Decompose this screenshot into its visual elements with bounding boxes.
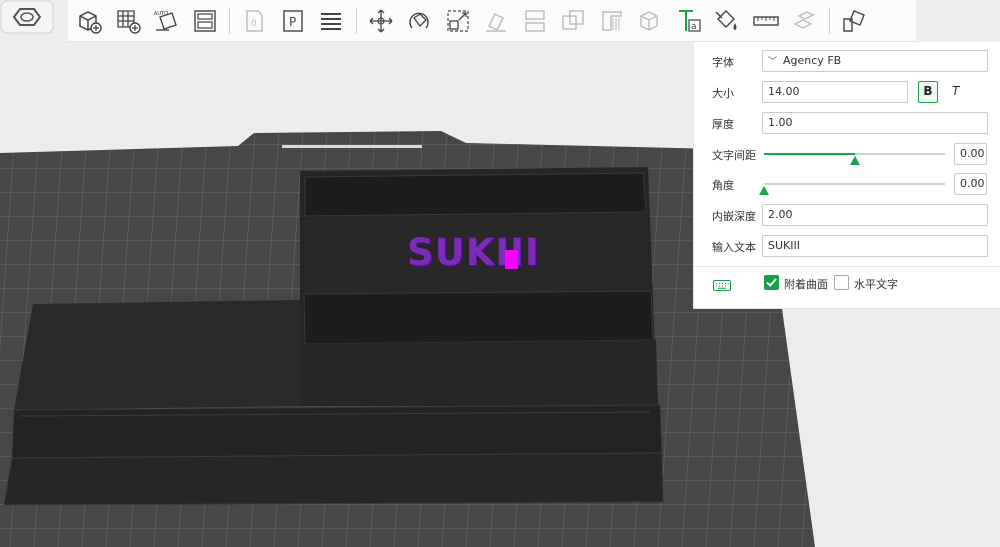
model-embossed-text[interactable]: SUKIII	[407, 234, 540, 271]
panel-divider	[694, 266, 1000, 267]
input-text-field[interactable]: SUKIII	[762, 235, 988, 257]
toolbar-separator	[229, 7, 230, 34]
size-field[interactable]: 14.00	[762, 81, 908, 103]
text-cursor-marker[interactable]	[505, 250, 518, 269]
support-paint-icon[interactable]	[593, 3, 632, 39]
toolbar-separator	[355, 7, 357, 34]
emboss-depth-row: 内嵌深度 2.00	[694, 204, 1000, 228]
svg-text:AUTO: AUTO	[154, 11, 168, 17]
assemble-icon[interactable]	[835, 3, 874, 39]
flatten-icon[interactable]	[477, 3, 516, 39]
size-label: 大小	[712, 87, 734, 100]
input-text-label: 输入文本	[712, 241, 756, 254]
emboss-depth-field[interactable]: 2.00	[762, 204, 988, 226]
thickness-field[interactable]: 1.00	[762, 112, 988, 134]
color-paint-icon[interactable]	[708, 3, 747, 39]
text-properties-panel: 字体 ﹀ Agency FB 大小 14.00 B T 厚度 1.00 文字间距 …	[693, 42, 1000, 309]
input-text-row: 输入文本 SUKIII	[694, 235, 1000, 259]
horizontal-text-label: 水平文字	[854, 278, 898, 291]
nut-view-icon[interactable]	[0, 0, 54, 34]
font-select[interactable]: ﹀ Agency FB	[762, 50, 988, 72]
spacing-slider-thumb[interactable]	[850, 156, 860, 165]
font-row: 字体 ﹀ Agency FB	[694, 50, 1000, 74]
scale-icon[interactable]	[439, 3, 478, 39]
add-part-icon[interactable]	[70, 3, 109, 39]
font-label: 字体	[712, 56, 734, 69]
plate-handle	[282, 145, 422, 148]
plate-p-icon[interactable]: P	[274, 3, 313, 39]
layers-icon[interactable]	[312, 3, 351, 39]
horizontal-text-checkbox[interactable]	[834, 275, 849, 290]
spacing-value[interactable]: 0.00	[954, 143, 987, 165]
emboss-depth-label: 内嵌深度	[712, 210, 756, 223]
angle-label: 角度	[712, 179, 734, 192]
spacing-slider-fill	[764, 153, 855, 155]
svg-text:a: a	[691, 22, 697, 32]
thickness-label: 厚度	[712, 118, 734, 131]
angle-value[interactable]: 0.00	[954, 173, 987, 195]
size-value: 14.00	[768, 85, 800, 98]
size-row: 大小 14.00 B T	[694, 81, 1000, 105]
angle-slider-thumb[interactable]	[759, 186, 769, 195]
auto-arrange-icon[interactable]: AUTO	[147, 3, 186, 39]
thickness-value: 1.00	[768, 116, 793, 129]
chevron-down-icon: ﹀	[768, 57, 778, 67]
keyboard-icon[interactable]	[713, 280, 731, 291]
spacing-row: 文字间距 0.00	[694, 143, 1000, 167]
spacing-slider[interactable]	[764, 153, 945, 165]
spacing-label: 文字间距	[712, 149, 756, 162]
toolbar-separator	[828, 7, 830, 34]
seam-icon[interactable]	[631, 3, 670, 39]
measure-icon[interactable]	[747, 3, 786, 39]
angle-slider[interactable]	[759, 183, 945, 195]
emboss-depth-value: 2.00	[768, 208, 793, 221]
svg-text:P: P	[289, 15, 296, 29]
layout-icon[interactable]	[186, 3, 225, 39]
move-icon[interactable]	[362, 3, 401, 39]
font-value: Agency FB	[783, 54, 842, 67]
rotate-icon[interactable]	[400, 3, 439, 39]
surface-attach-checkbox[interactable]	[764, 275, 779, 290]
angle-row: 角度 0.00	[694, 173, 1000, 197]
surface-attach-label: 附着曲面	[784, 278, 828, 291]
bold-button[interactable]: B	[918, 81, 938, 103]
boolean-icon[interactable]	[554, 3, 593, 39]
svg-text:0: 0	[251, 19, 257, 29]
text-tool-icon[interactable]: a	[670, 3, 709, 39]
top-toolbar: AUTO 0 P a	[68, 0, 916, 42]
assembly-icon[interactable]	[785, 3, 824, 39]
thickness-row: 厚度 1.00	[694, 112, 1000, 136]
grid-add-icon[interactable]	[109, 3, 148, 39]
input-text-value: SUKIII	[768, 239, 800, 252]
italic-button[interactable]: T	[952, 84, 959, 98]
split-icon[interactable]	[516, 3, 555, 39]
page-icon[interactable]: 0	[235, 3, 274, 39]
